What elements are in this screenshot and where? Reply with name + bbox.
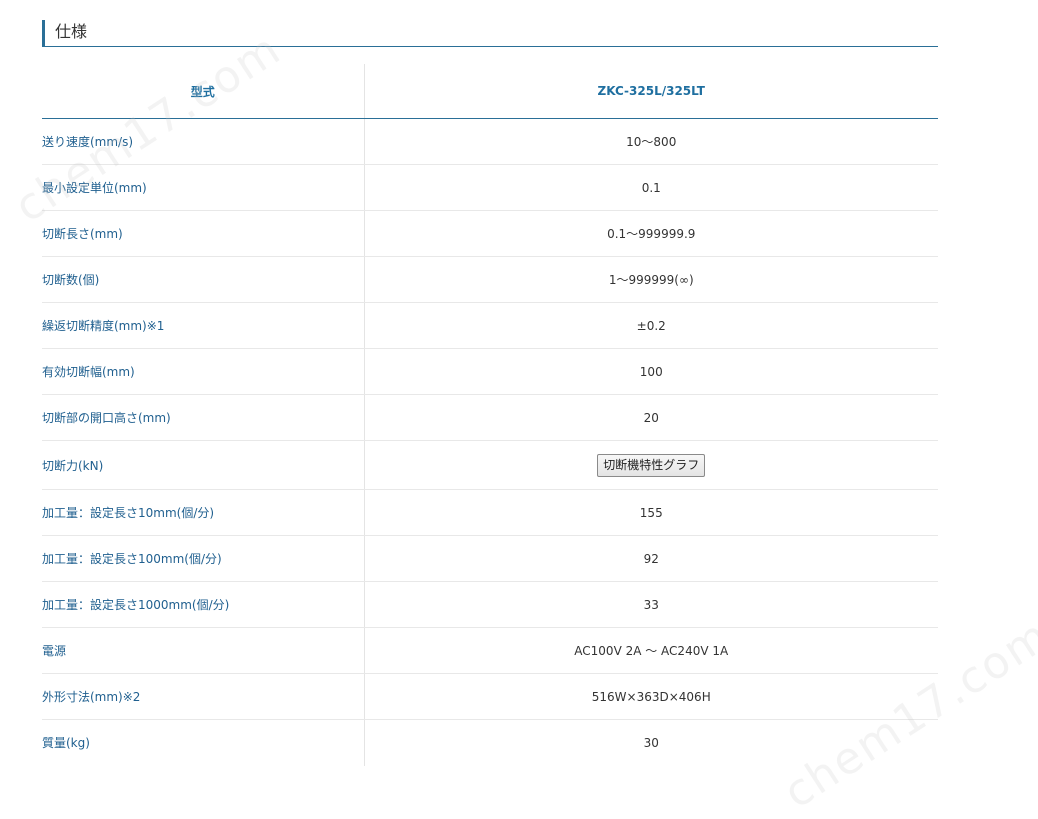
section-heading: 仕様 bbox=[42, 18, 938, 47]
row-label: 電源 bbox=[42, 627, 365, 674]
table-row: 加工量：設定長さ10mm(個/分) 155 bbox=[42, 489, 938, 536]
table-row: 繰返切断精度(mm)※1 ±0.2 bbox=[42, 302, 938, 349]
row-value: 20 bbox=[364, 394, 938, 441]
row-value: 516W×363D×406H bbox=[364, 673, 938, 720]
row-value: 切断機特性グラフ bbox=[364, 440, 938, 490]
row-value: 33 bbox=[364, 581, 938, 628]
cutting-force-graph-button[interactable]: 切断機特性グラフ bbox=[597, 453, 706, 477]
row-label: 切断部の開口高さ(mm) bbox=[42, 394, 365, 441]
row-value: 92 bbox=[364, 535, 938, 582]
row-label: 加工量：設定長さ10mm(個/分) bbox=[42, 489, 365, 536]
table-row: 切断数(個) 1～999999(∞) bbox=[42, 256, 938, 303]
row-value: 10～800 bbox=[364, 118, 938, 165]
row-value: AC100V 2A 〜 AC240V 1A bbox=[364, 627, 938, 674]
table-row: 質量(kg) 30 bbox=[42, 719, 938, 766]
table-row: 切断力(kN) 切断機特性グラフ bbox=[42, 440, 938, 490]
table-row: 送り速度(mm/s) 10～800 bbox=[42, 118, 938, 165]
header-label: 型式 bbox=[42, 64, 365, 119]
row-label: 送り速度(mm/s) bbox=[42, 118, 365, 165]
row-label: 外形寸法(mm)※2 bbox=[42, 673, 365, 720]
row-value: 155 bbox=[364, 489, 938, 536]
row-label: 有効切断幅(mm) bbox=[42, 348, 365, 395]
heading-accent-bar bbox=[42, 20, 45, 46]
table-row: 電源 AC100V 2A 〜 AC240V 1A bbox=[42, 627, 938, 674]
table-row: 最小設定単位(mm) 0.1 bbox=[42, 164, 938, 211]
row-value: ±0.2 bbox=[364, 302, 938, 349]
table-row: 切断部の開口高さ(mm) 20 bbox=[42, 394, 938, 441]
table-row: 加工量：設定長さ100mm(個/分) 92 bbox=[42, 535, 938, 582]
section-title: 仕様 bbox=[55, 22, 88, 41]
table-row: 切断長さ(mm) 0.1～999999.9 bbox=[42, 210, 938, 257]
row-value: 1～999999(∞) bbox=[364, 256, 938, 303]
row-label: 最小設定単位(mm) bbox=[42, 164, 365, 211]
row-label: 質量(kg) bbox=[42, 719, 365, 766]
row-label: 切断長さ(mm) bbox=[42, 210, 365, 257]
row-value: 0.1 bbox=[364, 164, 938, 211]
spec-table: 型式 ZKC-325L/325LT 送り速度(mm/s) 10～800 最小設定… bbox=[42, 64, 938, 766]
header-model: ZKC-325L/325LT bbox=[364, 64, 938, 119]
row-label: 切断数(個) bbox=[42, 256, 365, 303]
row-label: 加工量：設定長さ100mm(個/分) bbox=[42, 535, 365, 582]
table-row: 加工量：設定長さ1000mm(個/分) 33 bbox=[42, 581, 938, 628]
row-value: 30 bbox=[643, 735, 659, 750]
table-row: 有効切断幅(mm) 100 bbox=[42, 348, 938, 395]
row-label: 加工量：設定長さ1000mm(個/分) bbox=[42, 581, 365, 628]
row-label: 繰返切断精度(mm)※1 bbox=[42, 302, 365, 349]
row-label: 切断力(kN) bbox=[42, 440, 365, 490]
row-value: 0.1～999999.9 bbox=[364, 210, 938, 257]
row-value: 100 bbox=[364, 348, 938, 395]
table-row: 外形寸法(mm)※2 516W×363D×406H bbox=[42, 673, 938, 720]
